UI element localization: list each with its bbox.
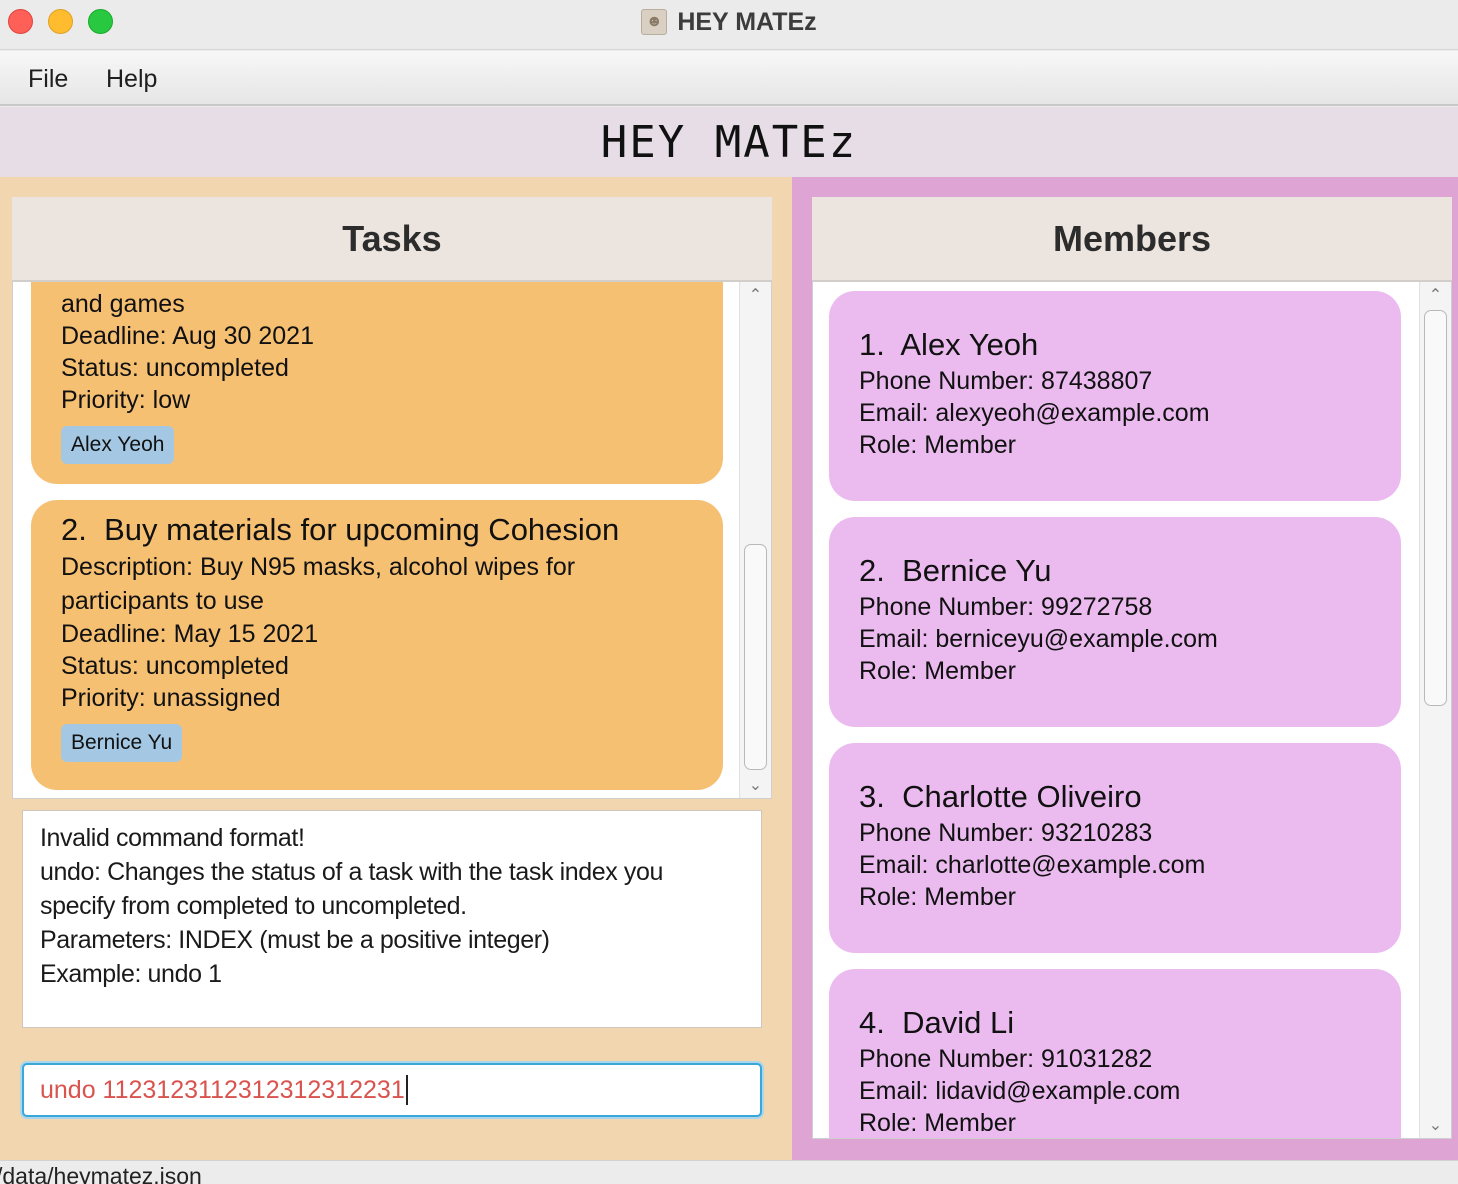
task-description: Description: Buy N95 masks, alcohol wipe… [61, 553, 576, 581]
member-name: 4. David Li [859, 1003, 1371, 1043]
task-list[interactable]: and games Deadline: Aug 30 2021 Status: … [12, 281, 772, 799]
tasks-panel-header: Tasks [12, 197, 772, 281]
save-file-path: /data/heymatez.json [0, 1163, 202, 1184]
task-card[interactable]: 2. Buy materials for upcoming Cohesion D… [31, 500, 723, 790]
member-email: Email: berniceyu@example.com [859, 625, 1218, 653]
right-pane: Members 1. Alex Yeoh Phone Number: 87438… [792, 177, 1458, 1160]
assignee-tag: Bernice Yu [61, 724, 183, 762]
task-title-text: Buy materials for upcoming Cohesion [104, 512, 620, 547]
member-role: Role: Member [859, 657, 1016, 685]
member-phone: Phone Number: 87438807 [859, 367, 1153, 395]
chevron-up-icon[interactable]: ⌃ [740, 284, 771, 306]
member-scroll-thumb[interactable] [1424, 310, 1447, 706]
task-card[interactable]: and games Deadline: Aug 30 2021 Status: … [31, 282, 723, 484]
member-name-text: Bernice Yu [902, 553, 1052, 588]
member-email: Email: alexyeoh@example.com [859, 399, 1210, 427]
task-priority: Priority: low [61, 386, 191, 414]
chevron-down-icon[interactable]: ⌄ [1420, 1114, 1451, 1136]
member-name: 1. Alex Yeoh [859, 325, 1371, 365]
member-card[interactable]: 3. Charlotte Oliveiro Phone Number: 9321… [829, 743, 1401, 953]
status-bar: /data/heymatez.json [0, 1160, 1458, 1184]
member-index: 3. [859, 779, 885, 814]
member-list[interactable]: 1. Alex Yeoh Phone Number: 87438807 Emai… [812, 281, 1452, 1139]
member-index: 2. [859, 553, 885, 588]
command-input[interactable]: undo 1123123112312312312231 [22, 1063, 762, 1117]
member-name-text: Alex Yeoh [900, 327, 1039, 362]
member-email: Email: charlotte@example.com [859, 851, 1206, 879]
member-name-text: Charlotte Oliveiro [902, 779, 1142, 814]
member-list-scrollbar[interactable]: ⌃ ⌄ [1419, 282, 1451, 1138]
member-card[interactable]: 2. Bernice Yu Phone Number: 99272758 Ema… [829, 517, 1401, 727]
menu-bar: File Help [0, 51, 1458, 106]
task-index: 2. [61, 512, 87, 547]
chevron-down-icon[interactable]: ⌄ [740, 774, 771, 796]
task-title-tail: and games [61, 290, 185, 318]
menu-file[interactable]: File [28, 65, 68, 94]
task-list-scrollbar[interactable]: ⌃ ⌄ [739, 282, 771, 798]
result-line: specify from completed to uncompleted. [40, 892, 467, 920]
result-line: Parameters: INDEX (must be a positive in… [40, 926, 550, 954]
members-panel-header: Members [812, 197, 1452, 281]
command-input-text: undo 1123123112312312312231 [40, 1075, 405, 1104]
member-role: Role: Member [859, 1109, 1016, 1137]
member-index: 1. [859, 327, 885, 362]
chevron-up-icon[interactable]: ⌃ [1420, 284, 1451, 306]
member-phone: Phone Number: 99272758 [859, 593, 1153, 621]
tasks-panel-title: Tasks [342, 217, 442, 259]
task-deadline: Deadline: Aug 30 2021 [61, 322, 314, 350]
menu-help[interactable]: Help [106, 65, 157, 94]
app-header: HEY MATEz [0, 107, 1458, 177]
members-panel-title: Members [1052, 217, 1212, 259]
task-priority: Priority: unassigned [61, 684, 281, 712]
task-status: Status: uncompleted [61, 354, 289, 382]
contact-book-icon: ☻ [641, 9, 668, 35]
member-phone: Phone Number: 91031282 [859, 1045, 1153, 1073]
member-card[interactable]: 1. Alex Yeoh Phone Number: 87438807 Emai… [829, 291, 1401, 501]
app-heading: HEY MATEz [600, 116, 858, 168]
result-display: Invalid command format! undo: Changes th… [22, 810, 762, 1028]
member-phone: Phone Number: 93210283 [859, 819, 1153, 847]
task-title: 2. Buy materials for upcoming Cohesion [61, 510, 693, 550]
result-line: Invalid command format! [40, 824, 305, 852]
window-title-group: ☻ HEY MATEz [0, 0, 1458, 44]
task-scroll-thumb[interactable] [744, 544, 767, 770]
task-status: Status: uncompleted [61, 652, 289, 680]
window-titlebar: ☻ HEY MATEz [0, 0, 1458, 50]
member-name: 3. Charlotte Oliveiro [859, 777, 1371, 817]
assignee-tag: Alex Yeoh [61, 426, 175, 464]
member-name-text: David Li [902, 1005, 1015, 1040]
text-caret [405, 1075, 408, 1105]
left-pane: Tasks and games Deadline: Aug 30 2021 St… [0, 177, 792, 1160]
member-name: 2. Bernice Yu [859, 551, 1371, 591]
task-description-cont: participants to use [61, 587, 264, 615]
member-card[interactable]: 4. David Li Phone Number: 91031282 Email… [829, 969, 1401, 1138]
member-index: 4. [859, 1005, 885, 1040]
result-line: undo: Changes the status of a task with … [40, 858, 664, 886]
member-role: Role: Member [859, 883, 1016, 911]
member-role: Role: Member [859, 431, 1016, 459]
result-line: Example: undo 1 [40, 960, 222, 988]
window-title: HEY MATEz [677, 7, 817, 36]
member-email: Email: lidavid@example.com [859, 1077, 1181, 1105]
task-deadline: Deadline: May 15 2021 [61, 620, 319, 648]
